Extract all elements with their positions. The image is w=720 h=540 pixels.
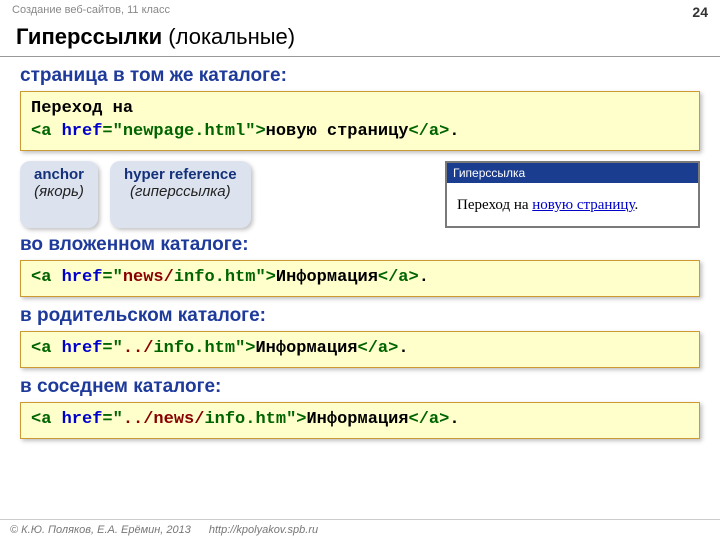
- gt: >: [296, 410, 306, 429]
- link-text: Информация: [306, 410, 408, 429]
- section-sibling: в соседнем каталоге:: [20, 376, 700, 398]
- attr-name: href: [62, 122, 103, 141]
- eq: =: [102, 268, 112, 287]
- dot: .: [398, 339, 408, 358]
- q: ": [113, 410, 123, 429]
- header-bar: Создание веб-сайтов, 11 класс 24: [0, 0, 720, 22]
- tag-open: <a: [31, 339, 51, 358]
- preview-window: Гиперссылка Переход на новую страницу.: [445, 161, 700, 228]
- code-parent: <a href="../info.htm">Информация</a>.: [20, 331, 700, 368]
- code-text: Переход на: [31, 99, 133, 118]
- tag-close: </a>: [378, 268, 419, 287]
- q: ": [113, 268, 123, 287]
- file: info.htm: [204, 410, 286, 429]
- dot: .: [449, 410, 459, 429]
- footer-url: http://kpolyakov.spb.ru: [209, 524, 318, 536]
- preview-titlebar: Гиперссылка: [447, 163, 698, 183]
- gt: >: [255, 122, 265, 141]
- section-nested: во вложенном каталоге:: [20, 234, 700, 256]
- code-same-dir: Переход на <a href="newpage.html">новую …: [20, 91, 700, 151]
- attr-val: "newpage.html": [113, 122, 256, 141]
- pill-anchor-en: anchor: [34, 166, 84, 183]
- page-number: 24: [692, 4, 708, 20]
- dot: .: [449, 122, 459, 141]
- slide-title: Гиперссылки (локальные): [0, 22, 720, 57]
- gt: >: [245, 339, 255, 358]
- section-same-dir: страница в том же каталоге:: [20, 65, 700, 87]
- footer-copyright: © К.Ю. Поляков, Е.А. Ерёмин, 2013: [10, 524, 191, 536]
- attr-name: href: [62, 339, 103, 358]
- q: ": [286, 410, 296, 429]
- title-rest: (локальные): [162, 24, 295, 49]
- section-parent: в родительском каталоге:: [20, 305, 700, 327]
- pill-href-ru: (гиперссылка): [124, 183, 237, 200]
- tag-open: <a: [31, 410, 51, 429]
- attr-name: href: [62, 268, 103, 287]
- gt: >: [266, 268, 276, 287]
- preview-link[interactable]: новую страницу: [532, 197, 634, 213]
- course-title: Создание веб-сайтов, 11 класс: [12, 4, 170, 20]
- link-text: новую страницу: [266, 122, 409, 141]
- q: ": [235, 339, 245, 358]
- link-text: Информация: [255, 339, 357, 358]
- q: ": [113, 339, 123, 358]
- dot: .: [419, 268, 429, 287]
- preview-body: Переход на новую страницу.: [447, 183, 698, 226]
- preview-suffix: .: [634, 197, 638, 213]
- title-bold: Гиперссылки: [16, 24, 162, 49]
- pill-anchor-ru: (якорь): [34, 183, 84, 200]
- row-pills-preview: anchor (якорь) hyper reference (гиперссы…: [20, 161, 700, 228]
- tag-open: <a: [31, 122, 51, 141]
- eq: =: [102, 339, 112, 358]
- path: news/: [123, 268, 174, 287]
- tag-close: </a>: [408, 122, 449, 141]
- preview-prefix: Переход на: [457, 197, 532, 213]
- path: ../news/: [123, 410, 205, 429]
- tag-open: <a: [31, 268, 51, 287]
- code-nested: <a href="news/info.htm">Информация</a>.: [20, 260, 700, 297]
- pill-href-en: hyper reference: [124, 166, 237, 183]
- tag-close: </a>: [409, 410, 450, 429]
- link-text: Информация: [276, 268, 378, 287]
- pill-href: hyper reference (гиперссылка): [110, 161, 251, 228]
- q: ": [255, 268, 265, 287]
- eq: =: [102, 410, 112, 429]
- eq: =: [102, 122, 112, 141]
- file: info.htm: [153, 339, 235, 358]
- file: info.htm: [174, 268, 256, 287]
- tag-close: </a>: [358, 339, 399, 358]
- footer: © К.Ю. Поляков, Е.А. Ерёмин, 2013 http:/…: [0, 519, 720, 540]
- path: ../: [123, 339, 154, 358]
- code-sibling: <a href="../news/info.htm">Информация</a…: [20, 402, 700, 439]
- pill-anchor: anchor (якорь): [20, 161, 98, 228]
- attr-name: href: [62, 410, 103, 429]
